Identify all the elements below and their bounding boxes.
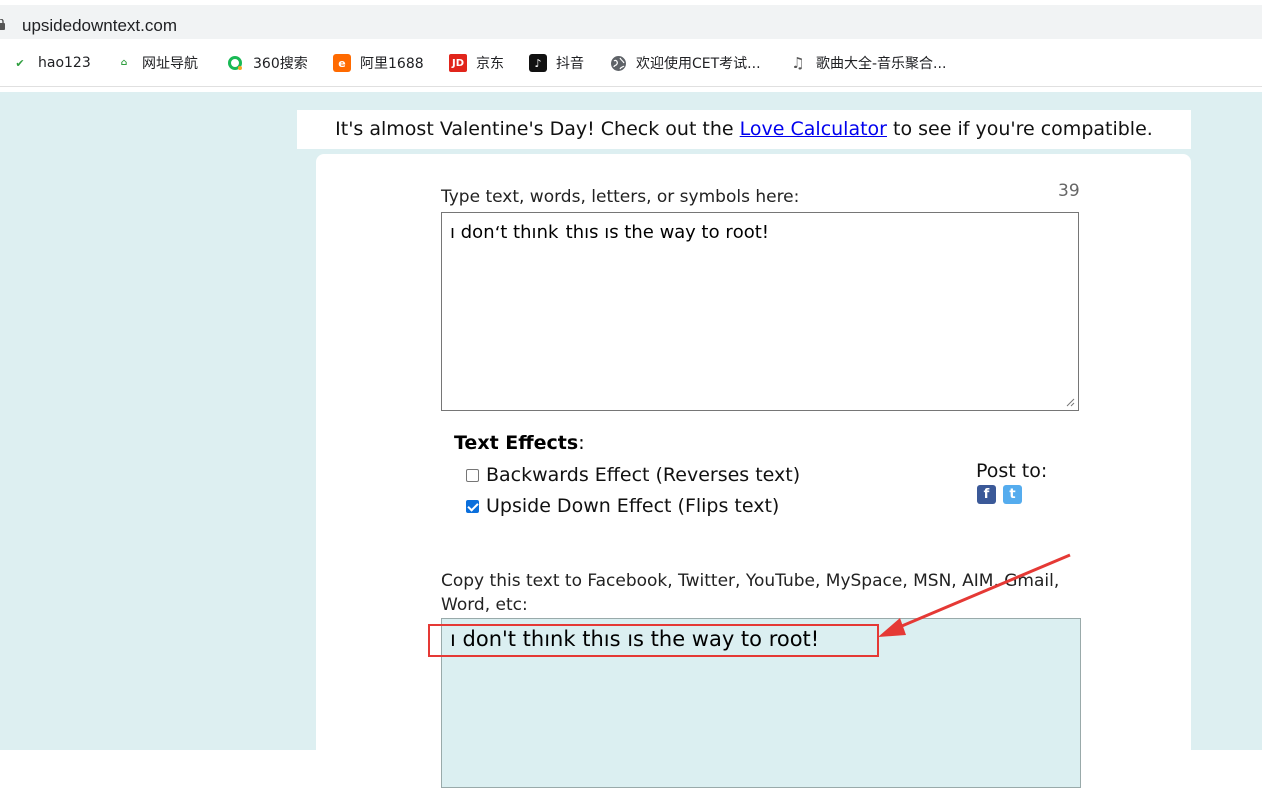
jd-icon: JD [449,54,467,72]
bookmark-label: 京东 [476,56,504,72]
character-counter: 39 [1058,181,1080,201]
bookmark-jd[interactable]: JD 京东 [449,52,504,74]
banner-suffix: to see if you're compatible. [887,118,1153,140]
address-bar: upsidedowntext.com [0,0,1262,42]
bookmark-music[interactable]: ♫ 歌曲大全-音乐聚合... [789,52,946,74]
hao123-icon: ✔ [15,56,25,70]
bookmark-label: 阿里1688 [360,56,424,72]
bookmark-label: hao123 [38,55,91,71]
bookmark-360[interactable]: 360搜索 [226,52,308,74]
globe-icon [609,54,627,72]
upside-down-checkbox[interactable] [466,499,479,513]
banner-prefix: It's almost Valentine's Day! Check out t… [335,118,740,140]
text-effects-heading: Text Effects: [454,432,585,454]
lock-icon [0,19,5,30]
facebook-icon[interactable]: f [977,485,996,504]
twitter-icon[interactable]: t [1003,485,1022,504]
upside-down-effect-option[interactable]: Upside Down Effect (Flips text) [466,495,779,517]
input-label: Type text, words, letters, or symbols he… [441,187,800,207]
bookmark-cet[interactable]: 欢迎使用CET考试... [609,52,761,74]
upside-down-label: Upside Down Effect (Flips text) [486,495,780,517]
annotation-highlight-box [428,624,879,657]
love-calculator-link[interactable]: Love Calculator [740,118,887,140]
douyin-icon: ♪ [529,54,547,72]
backwards-effect-option[interactable]: Backwards Effect (Reverses text) [466,464,800,486]
bookmark-nav[interactable]: ⌂ 网址导航 [115,52,198,74]
bookmark-hao123[interactable]: ✔ hao123 [11,52,91,74]
valentine-banner: It's almost Valentine's Day! Check out t… [297,110,1191,149]
post-to-label: Post to: [976,460,1048,482]
bookmark-label: 欢迎使用CET考试... [636,56,761,72]
converter-card: Type text, words, letters, or symbols he… [316,154,1191,788]
bookmark-1688[interactable]: e 阿里1688 [333,52,424,74]
bookmark-label: 360搜索 [253,56,308,72]
music-icon: ♫ [791,54,805,72]
url-text: upsidedowntext.com [22,16,177,35]
bookmark-label: 歌曲大全-音乐聚合... [816,56,947,72]
bookmark-label: 网址导航 [142,56,198,72]
backwards-label: Backwards Effect (Reverses text) [486,464,801,486]
annotation-arrow-icon [878,553,1071,637]
2345-icon: ⌂ [120,58,128,68]
url-field[interactable]: upsidedowntext.com [0,5,1262,39]
alibaba-1688-icon: e [333,54,351,72]
input-text: ¡ʇooɹ oʇ ʎɐʍ ǝɥʇ sı sıɥʇ ʞuıɥʇ ʇ,uop ı [450,223,770,244]
bookmark-label: 抖音 [556,56,584,72]
bookmarks-bar: ✔ hao123 ⌂ 网址导航 360搜索 e 阿里1688 JD 京东 ♪ 抖… [0,42,1262,87]
resize-handle-icon[interactable] [1065,397,1075,407]
text-input-area[interactable]: ¡ʇooɹ oʇ ʎɐʍ ǝɥʇ sı sıɥʇ ʞuıɥʇ ʇ,uop ı [441,212,1079,411]
360-search-icon [226,54,244,72]
effects-title: Text Effects [454,432,579,454]
backwards-checkbox[interactable] [466,468,479,482]
bookmark-douyin[interactable]: ♪ 抖音 [529,52,584,74]
